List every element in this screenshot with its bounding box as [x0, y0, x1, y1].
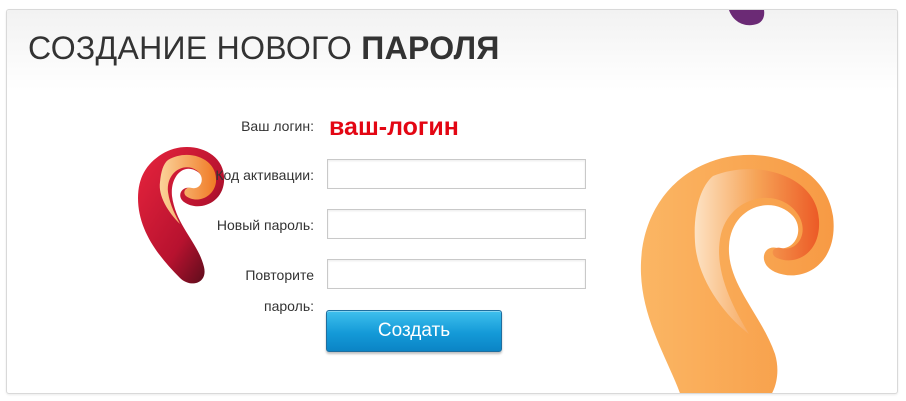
repeat-password-input[interactable]: [327, 259, 586, 289]
title-bold-text: ПАРОЛЯ: [361, 30, 500, 66]
new-password-input[interactable]: [327, 209, 586, 239]
brand-logo-large-icon: [640, 154, 834, 393]
new-password-label: Новый пароль:: [216, 217, 314, 233]
login-label: Ваш логин:: [241, 118, 314, 134]
activation-code-input[interactable]: [327, 159, 586, 189]
page-title: СОЗДАНИЕ НОВОГО ПАРОЛЯ: [28, 30, 500, 67]
logo-fragment-icon: [729, 10, 765, 26]
password-create-panel: СОЗДАНИЕ НОВОГО ПАРОЛЯ Ваш логин: ваш-ло…: [6, 9, 898, 394]
repeat-password-label-line2: пароль:: [264, 298, 314, 314]
repeat-password-label-line1: Повторите: [245, 267, 314, 283]
title-regular-text: СОЗДАНИЕ НОВОГО: [28, 30, 353, 66]
login-value: ваш-логин: [329, 113, 459, 141]
brand-logo-small-icon: [138, 146, 225, 284]
activation-code-label: Код активации:: [215, 167, 314, 183]
create-button[interactable]: Создать: [326, 310, 502, 352]
